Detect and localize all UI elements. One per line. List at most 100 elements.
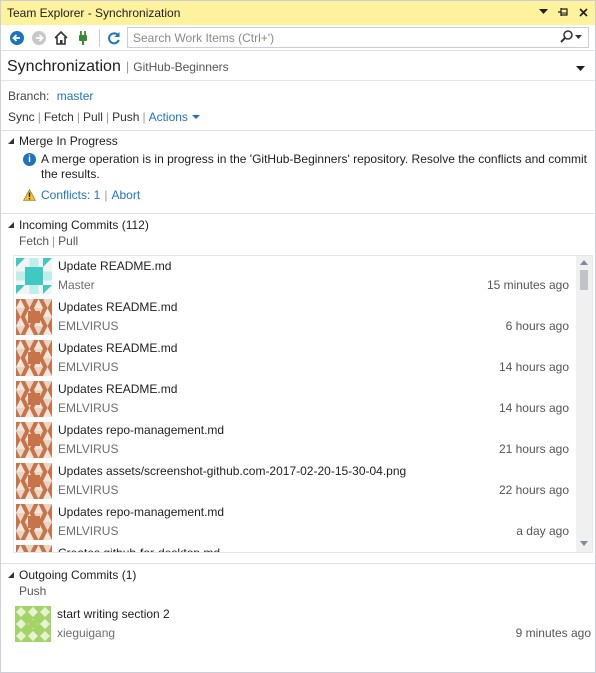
connect-plug-icon[interactable] [73, 28, 93, 48]
toolbar [1, 25, 595, 51]
team-explorer-window: Team Explorer - Synchronization Search W… [0, 0, 596, 673]
refresh-icon[interactable] [104, 28, 124, 48]
page-dropdown-icon[interactable] [576, 61, 585, 75]
scroll-thumb[interactable] [580, 270, 588, 290]
search-box[interactable] [127, 27, 589, 48]
scroll-down-icon[interactable] [580, 541, 588, 546]
vertical-scrollbar[interactable] [576, 256, 592, 552]
sync-link[interactable]: Sync [8, 110, 35, 124]
commit-item[interactable]: Updates README.md EMLVIRUS 6 hours ago [14, 297, 577, 338]
commit-item[interactable]: Updates README.md EMLVIRUS 14 hours ago [14, 338, 577, 379]
incoming-commits-list[interactable]: Update README.md Master 15 minutes ago Upda… [13, 255, 593, 553]
commit-time: a day ago [516, 524, 569, 538]
author-avatar [16, 381, 52, 417]
collapse-triangle-icon[interactable] [8, 572, 14, 578]
commit-message: start writing section 2 [57, 607, 170, 621]
author-avatar [16, 545, 52, 552]
author-avatar [16, 504, 52, 540]
collapse-triangle-icon[interactable] [8, 222, 14, 228]
section-divider [1, 130, 595, 131]
commit-message: Update README.md [58, 259, 172, 273]
author-avatar [16, 422, 52, 458]
merge-message: i A merge operation is in progress in th… [23, 152, 588, 182]
branch-row: Branch: master [8, 89, 93, 103]
commit-message: Updates assets/screenshot-github.com-201… [58, 464, 407, 478]
title-separator: | [125, 59, 130, 74]
incoming-section-header[interactable]: Incoming Commits (112) [8, 218, 149, 232]
author-avatar [15, 606, 51, 642]
conflicts-link[interactable]: Conflicts: 1 [41, 188, 100, 202]
forward-icon[interactable] [29, 28, 49, 48]
commit-item[interactable]: Updates README.md EMLVIRUS 14 hours ago [14, 379, 577, 420]
author-avatar [16, 299, 52, 335]
search-input[interactable] [133, 30, 553, 45]
commit-author: EMLVIRUS [58, 483, 119, 497]
scroll-up-icon[interactable] [580, 260, 588, 265]
actions-menu[interactable]: Actions [149, 110, 200, 124]
close-icon[interactable] [577, 4, 589, 20]
repo-name: GitHub-Beginners [133, 60, 229, 74]
back-icon[interactable] [7, 28, 27, 48]
fetch-link[interactable]: Fetch [44, 110, 74, 124]
commit-author: EMLVIRUS [58, 524, 119, 538]
chevron-down-icon [191, 114, 200, 119]
pull-link[interactable]: Pull [83, 110, 103, 124]
incoming-fetch-link[interactable]: Fetch [19, 234, 49, 248]
window-dropdown-icon[interactable] [537, 4, 549, 20]
commit-item[interactable]: Update README.md Master 15 minutes ago [14, 256, 577, 297]
author-avatar [16, 463, 52, 499]
commit-time: 15 minutes ago [486, 278, 569, 292]
commit-message: Updates README.md [58, 341, 178, 355]
outgoing-links: Push [19, 584, 46, 598]
commit-time: 14 hours ago [498, 401, 569, 415]
commit-time: 21 hours ago [498, 442, 569, 456]
sync-actions: Sync | Fetch | Pull | Push | Actions [8, 110, 200, 124]
push-link[interactable]: Push [112, 110, 139, 124]
merge-section-header[interactable]: Merge In Progress [8, 134, 118, 148]
commit-item[interactable]: Updates repo-management.md EMLVIRUS a day … [14, 502, 577, 543]
merge-heading: Merge In Progress [19, 134, 118, 148]
section-divider [1, 213, 595, 214]
incoming-links: Fetch | Pull [19, 234, 79, 248]
title-bar: Team Explorer - Synchronization [1, 1, 595, 25]
commit-message: Updates README.md [58, 382, 178, 396]
toolbar-separator [99, 28, 100, 47]
merge-message-text: A merge operation is in progress in the … [41, 152, 587, 181]
home-icon[interactable] [51, 28, 71, 48]
section-divider [1, 563, 595, 564]
branch-label: Branch: [8, 89, 50, 103]
commit-message: Creates github-for-desktop.md [58, 546, 221, 553]
commit-author: EMLVIRUS [58, 360, 119, 374]
branch-link[interactable]: master [57, 89, 94, 103]
page-title: Synchronization [7, 58, 121, 75]
search-icon[interactable] [560, 29, 582, 45]
pin-icon[interactable] [557, 4, 569, 20]
commit-message: Updates repo-management.md [58, 423, 225, 437]
commit-author: EMLVIRUS [58, 442, 119, 456]
commit-item[interactable]: start writing section 2 xieguigang 9 min… [13, 604, 591, 645]
outgoing-section-header[interactable]: Outgoing Commits (1) [8, 568, 136, 582]
window-title: Team Explorer - Synchronization [7, 6, 181, 20]
commit-author: EMLVIRUS [58, 401, 119, 415]
collapse-triangle-icon[interactable] [8, 138, 14, 144]
commit-item[interactable]: Updates assets/screenshot-github.com-201… [14, 461, 577, 502]
commit-message: Updates README.md [58, 300, 178, 314]
commit-author: EMLVIRUS [58, 319, 119, 333]
incoming-heading: Incoming Commits (112) [19, 218, 149, 232]
commit-time: 9 minutes ago [515, 626, 591, 640]
author-avatar [16, 258, 52, 294]
author-avatar [16, 340, 52, 376]
commit-item[interactable]: Updates repo-management.md EMLVIRUS 21 hou… [14, 420, 577, 461]
commit-message: Updates repo-management.md [58, 505, 225, 519]
abort-link[interactable]: Abort [111, 188, 140, 202]
commit-time: 6 hours ago [505, 319, 569, 333]
info-icon: i [23, 153, 36, 166]
commit-time: 14 hours ago [498, 360, 569, 374]
page-header: Synchronization | GitHub-Beginners [1, 53, 595, 81]
incoming-pull-link[interactable]: Pull [58, 234, 78, 248]
commit-item[interactable]: Creates github-for-desktop.mdEMLVIRUSa d… [14, 543, 577, 553]
warning-icon [23, 189, 36, 201]
commit-time: 22 hours ago [498, 483, 569, 497]
outgoing-push-link[interactable]: Push [19, 584, 46, 598]
merge-links: Conflicts: 1 | Abort [23, 188, 140, 202]
